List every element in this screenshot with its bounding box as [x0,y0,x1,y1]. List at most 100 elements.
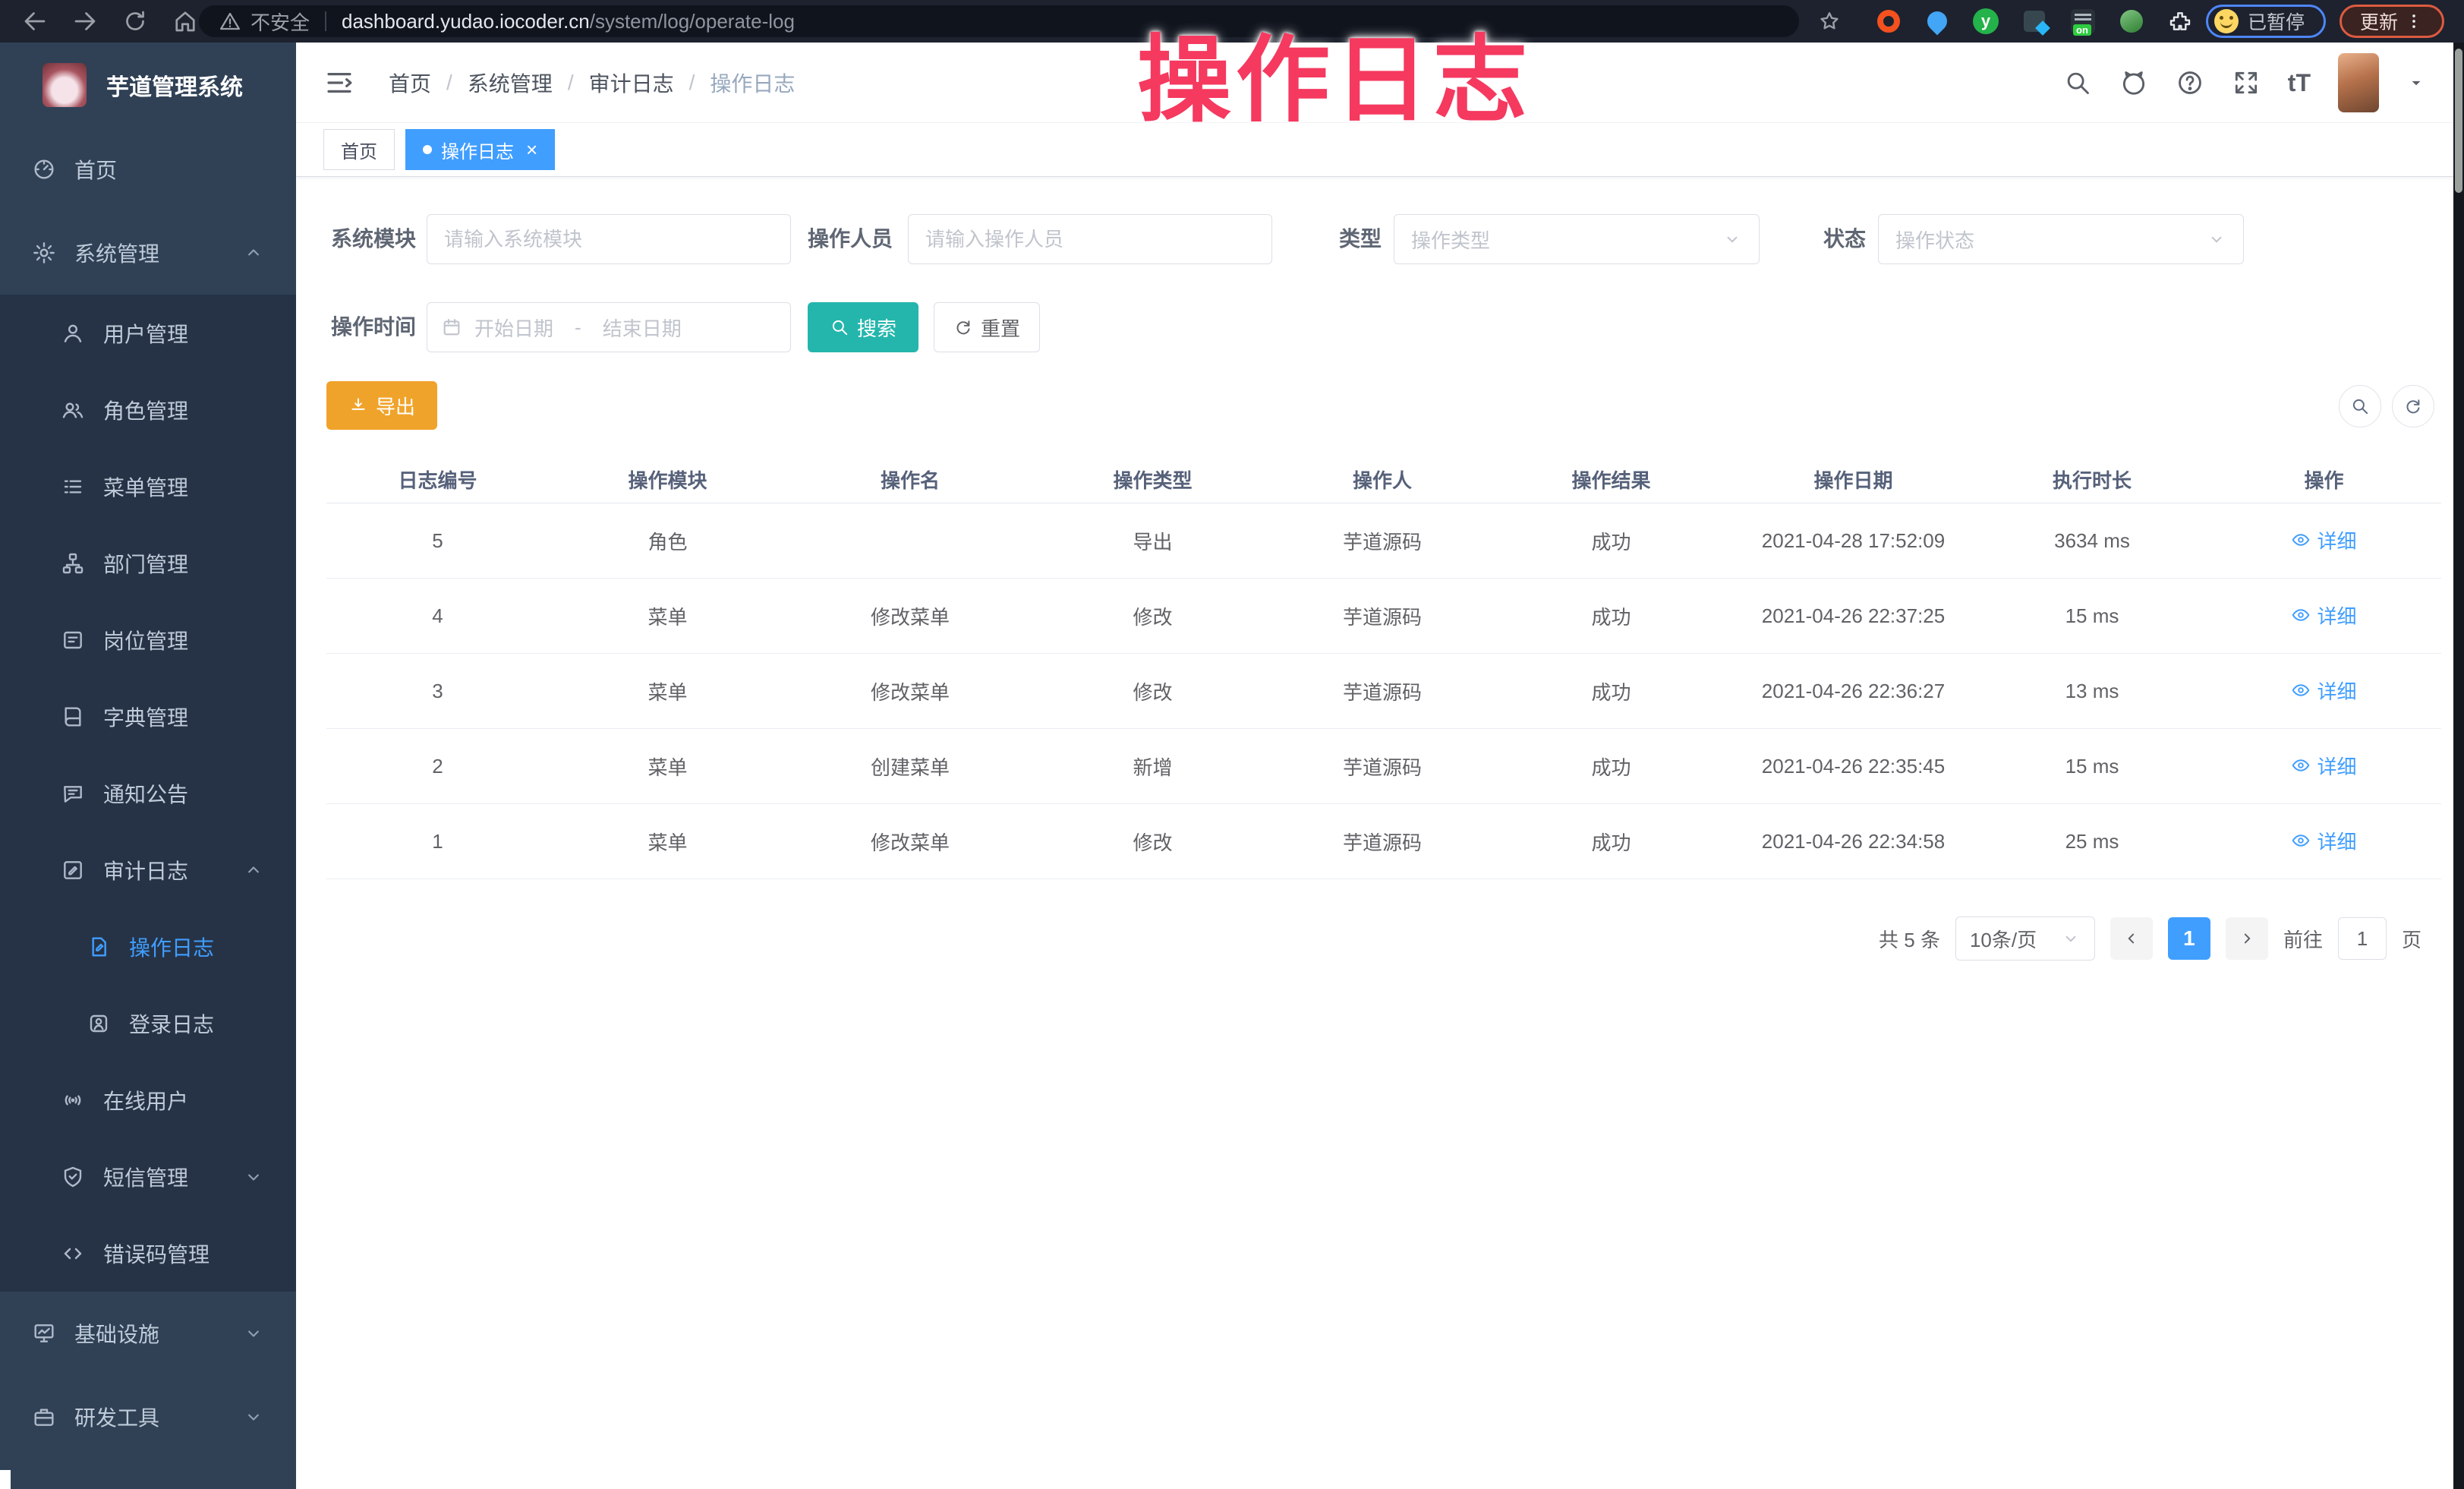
chevron-down-icon [1722,229,1742,249]
chevron-down-icon [243,1323,264,1344]
browser-reload-icon[interactable] [121,8,149,35]
bookmark-star-icon[interactable] [1817,9,1842,33]
sidebar-item-字典管理[interactable]: 字典管理 [0,678,296,755]
book-icon [61,705,85,729]
sidebar-item-研发工具[interactable]: 研发工具 [0,1375,296,1459]
sidebar-item-登录日志[interactable]: 登录日志 [0,985,296,1062]
sidebar-item-label: 角色管理 [103,395,188,425]
sidebar-item-首页[interactable]: 首页 [0,128,296,211]
search-icon [2350,396,2370,416]
browser-forward-icon[interactable] [71,8,99,35]
address-divider [325,11,326,31]
table-row: 1菜单修改菜单修改芋道源码成功2021-04-26 22:34:5825 ms详… [326,804,2441,879]
detail-link[interactable]: 详细 [2291,601,2356,629]
sidebar-item-通知公告[interactable]: 通知公告 [0,755,296,831]
tab-操作日志[interactable]: 操作日志× [405,129,555,170]
reset-button[interactable]: 重置 [934,302,1040,352]
table-cell: 修改菜单 [786,654,1034,729]
caret-down-icon[interactable] [2406,73,2426,93]
sidebar-item-审计日志[interactable]: 审计日志 [0,831,296,908]
table-cell: 芋道源码 [1271,579,1493,654]
toggle-search-button[interactable] [2339,385,2381,427]
sidebar-logo[interactable]: 芋道管理系统 [0,43,296,128]
tab-首页[interactable]: 首页 [323,129,395,170]
module-input[interactable] [427,214,791,264]
github-icon[interactable] [2119,68,2148,97]
sidebar-item-label: 在线用户 [103,1085,188,1115]
sidebar-item-label: 审计日志 [103,855,188,885]
sidebar-item-菜单管理[interactable]: 菜单管理 [0,448,296,525]
window-scrollbar[interactable] [2453,43,2464,1489]
browser-back-icon[interactable] [21,8,49,35]
detail-link[interactable]: 详细 [2291,827,2356,855]
extensions-row [1873,6,2195,36]
date-range-picker[interactable]: 开始日期 - 结束日期 [427,302,791,352]
sidebar-item-系统管理[interactable]: 系统管理 [0,211,296,295]
operate-log-icon [87,935,111,959]
table-cell: 新增 [1034,729,1271,804]
extension-dark-on-icon[interactable] [2068,6,2098,36]
export-button[interactable]: 导出 [326,381,437,430]
extension-diamond-icon[interactable] [2019,6,2050,36]
breadcrumb-item[interactable]: 审计日志 [589,68,674,98]
detail-link[interactable]: 详细 [2291,526,2356,554]
sidebar-item-用户管理[interactable]: 用户管理 [0,295,296,371]
table-cell: 菜单 [549,654,786,729]
sidebar-item-在线用户[interactable]: 在线用户 [0,1062,296,1138]
browser-home-icon[interactable] [172,8,199,35]
table-cell [786,503,1034,579]
table-cell: 导出 [1034,503,1271,579]
sidebar-item-部门管理[interactable]: 部门管理 [0,525,296,601]
extension-pin-icon[interactable] [1922,6,1952,36]
table-cell: 2021-04-26 22:34:58 [1729,804,1977,879]
fullscreen-icon[interactable] [2232,68,2261,97]
breadcrumb-separator: / [568,71,574,95]
detail-cell: 详细 [2207,804,2441,879]
breadcrumb-item[interactable]: 系统管理 [468,68,553,98]
operator-input[interactable] [908,214,1272,264]
extensions-puzzle-icon[interactable] [2165,6,2195,36]
sidebar-item-label: 部门管理 [103,548,188,579]
goto-page-input[interactable] [2338,917,2387,960]
page-unit-label: 页 [2402,925,2421,953]
sidebar-item-操作日志[interactable]: 操作日志 [0,908,296,985]
gear-icon [32,241,56,265]
search-icon[interactable] [2063,68,2092,97]
sidebar-menu: 首页系统管理用户管理角色管理菜单管理部门管理岗位管理字典管理通知公告审计日志操作… [0,128,296,1459]
page-size-select[interactable]: 10条/页 [1955,916,2095,961]
sidebar-item-角色管理[interactable]: 角色管理 [0,371,296,448]
sidebar-item-错误码管理[interactable]: 错误码管理 [0,1215,296,1292]
breadcrumb-item[interactable]: 首页 [389,68,431,98]
next-page-button[interactable] [2226,917,2268,960]
type-select[interactable]: 操作类型 [1394,214,1760,264]
collapse-sidebar-icon[interactable] [323,67,355,99]
extension-orange-icon[interactable] [1873,6,1904,36]
detail-link[interactable]: 详细 [2291,752,2356,780]
menu-list-icon [61,475,85,499]
status-select[interactable]: 操作状态 [1878,214,2244,264]
kebab-menu-icon[interactable] [2404,11,2424,31]
calendar-icon [441,317,462,338]
extension-paused-chip[interactable]: 已暂停 [2206,5,2326,38]
extension-green-y-icon[interactable] [1971,6,2001,36]
table-cell: 修改 [1034,654,1271,729]
tab-close-icon[interactable]: × [526,140,537,159]
export-button-label: 导出 [376,392,415,420]
page-1-button[interactable]: 1 [2168,917,2210,960]
table-header-row: 日志编号操作模块操作名操作类型操作人操作结果操作日期执行时长操作 [326,456,2441,503]
sidebar-item-岗位管理[interactable]: 岗位管理 [0,601,296,678]
search-button[interactable]: 搜索 [808,302,918,352]
scrollbar-thumb[interactable] [2455,49,2462,193]
refresh-table-button[interactable] [2392,385,2434,427]
help-icon[interactable] [2176,68,2204,97]
user-avatar[interactable] [2338,53,2379,112]
sidebar-item-基础设施[interactable]: 基础设施 [0,1292,296,1375]
browser-update-button[interactable]: 更新 [2340,5,2444,38]
table-cell: 修改菜单 [786,804,1034,879]
address-bar[interactable]: 不安全 dashboard.yudao.iocoder.cn/system/lo… [199,5,1799,37]
detail-link[interactable]: 详细 [2291,677,2356,705]
extension-green-icon[interactable] [2116,6,2147,36]
font-size-icon[interactable]: tT [2288,68,2311,97]
prev-page-button[interactable] [2110,917,2153,960]
sidebar-item-短信管理[interactable]: 短信管理 [0,1138,296,1215]
